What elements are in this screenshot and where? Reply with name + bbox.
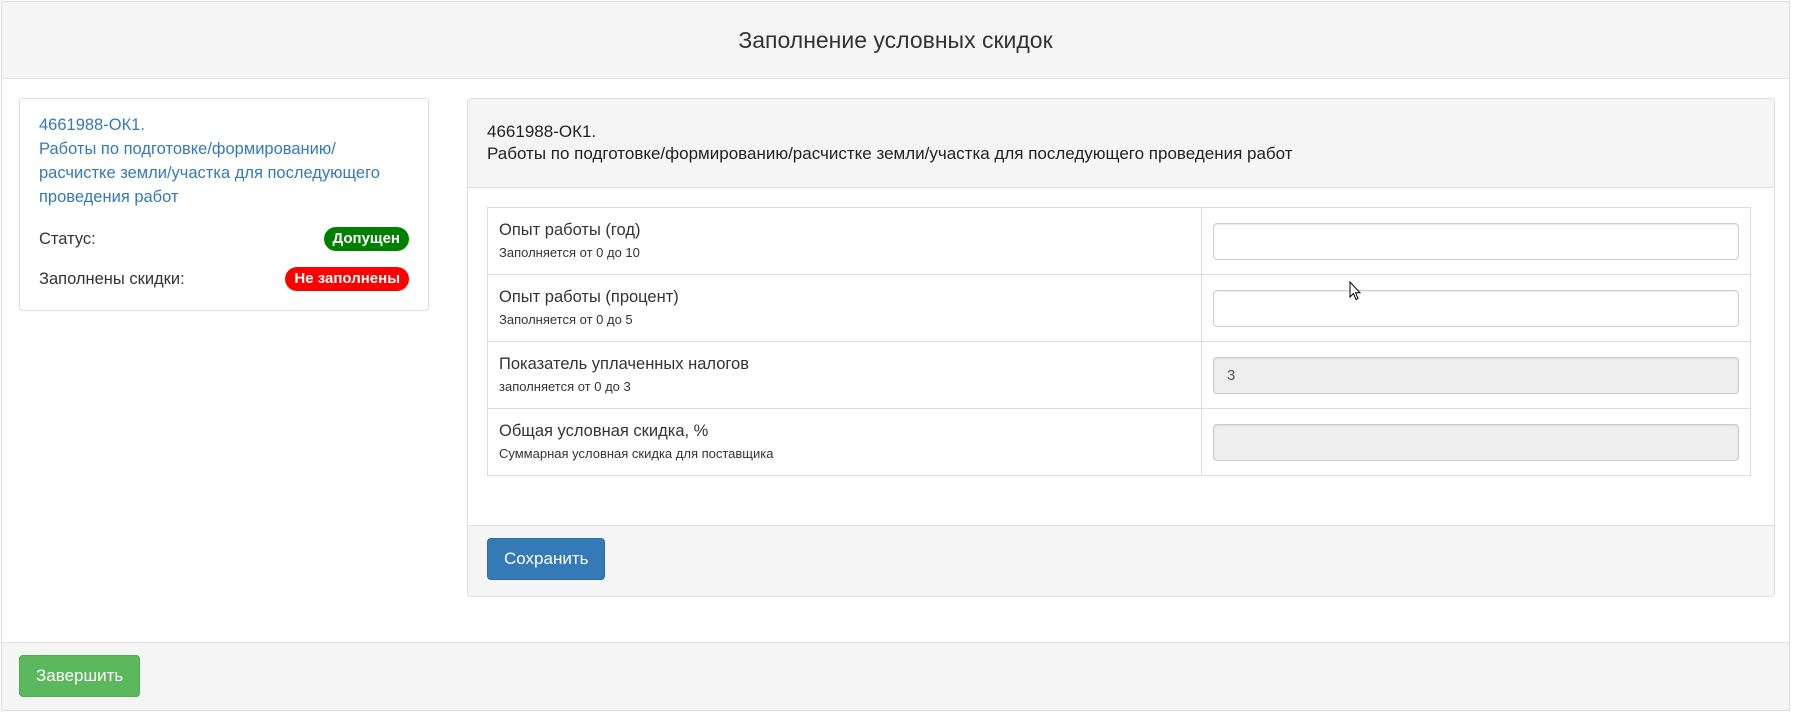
- discounts-badge: Не заполнены: [285, 267, 409, 291]
- param-name: Опыт работы (процент): [499, 288, 679, 306]
- panel-lot-description: Работы по подготовке/формированию/расчис…: [487, 144, 1293, 163]
- status-label: Статус:: [39, 229, 96, 248]
- param-label-cell: Общая условная скидка, % Суммарная условн…: [487, 408, 1202, 476]
- param-hint: Суммарная условная скидка для поставщика: [499, 446, 774, 461]
- param-name: Общая условная скидка, %: [499, 422, 709, 440]
- param-hint: Заполняется от 0 до 5: [499, 312, 633, 327]
- param-name: Показатель уплаченных налогов: [499, 355, 749, 373]
- panel-heading: 4661988-ОК1. Работы по подготовке/формир…: [468, 99, 1774, 188]
- discounts-row: Заполнены скидки: Не заполнены: [39, 263, 409, 295]
- modal-title: Заполнение условных скидок: [2, 2, 1789, 79]
- param-input-cell: [1201, 274, 1751, 342]
- experience-years-input[interactable]: [1213, 222, 1739, 260]
- param-label-cell: Опыт работы (год) Заполняется от 0 до 10: [487, 207, 1202, 275]
- finish-button[interactable]: Завершить: [19, 655, 141, 697]
- param-input-cell: [1201, 408, 1751, 476]
- modal-body: 4661988-ОК1. Работы по подготовке/формир…: [2, 79, 1789, 642]
- discount-params-table: Опыт работы (год) Заполняется от 0 до 10 О…: [487, 207, 1751, 476]
- discounts-panel: 4661988-ОК1. Работы по подготовке/формир…: [467, 98, 1775, 597]
- param-input-cell: [1201, 341, 1751, 409]
- modal-footer: Завершить: [2, 642, 1789, 710]
- status-row: Статус: Допущен: [39, 223, 409, 255]
- panel-body: Опыт работы (год) Заполняется от 0 до 10 О…: [468, 188, 1774, 525]
- discounts-modal: Заполнение условных скидок 4661988-ОК1. …: [1, 1, 1790, 711]
- param-hint: заполняется от 0 до 3: [499, 379, 631, 394]
- lot-number[interactable]: 4661988-ОК1.: [39, 113, 409, 137]
- experience-percent-input[interactable]: [1213, 289, 1739, 327]
- param-label-cell: Опыт работы (процент) Заполняется от 0 до…: [487, 274, 1202, 342]
- lot-info-card: 4661988-ОК1. Работы по подготовке/формир…: [19, 98, 429, 311]
- param-input-cell: [1201, 207, 1751, 275]
- panel-footer: Сохранить: [468, 525, 1774, 596]
- taxes-paid-input: [1213, 356, 1739, 394]
- param-label-cell: Показатель уплаченных налогов заполняется…: [487, 341, 1202, 409]
- discounts-label: Заполнены скидки:: [39, 269, 185, 288]
- param-hint: Заполняется от 0 до 10: [499, 245, 640, 260]
- param-row-experience-percent: Опыт работы (процент) Заполняется от 0 до…: [487, 274, 1751, 342]
- status-badge: Допущен: [323, 227, 409, 251]
- lot-link[interactable]: 4661988-ОК1. Работы по подготовке/формир…: [39, 113, 409, 209]
- lot-description[interactable]: Работы по подготовке/формированию/расчис…: [39, 137, 409, 209]
- total-discount-input: [1213, 423, 1739, 461]
- param-row-taxes-paid: Показатель уплаченных налогов заполняется…: [487, 341, 1751, 409]
- save-button[interactable]: Сохранить: [487, 538, 606, 580]
- param-row-total-discount: Общая условная скидка, % Суммарная условн…: [487, 408, 1751, 476]
- param-name: Опыт работы (год): [499, 221, 641, 239]
- param-row-experience-years: Опыт работы (год) Заполняется от 0 до 10: [487, 207, 1751, 275]
- mouse-cursor-icon: [1349, 281, 1361, 301]
- panel-lot-number: 4661988-ОК1.: [487, 122, 597, 141]
